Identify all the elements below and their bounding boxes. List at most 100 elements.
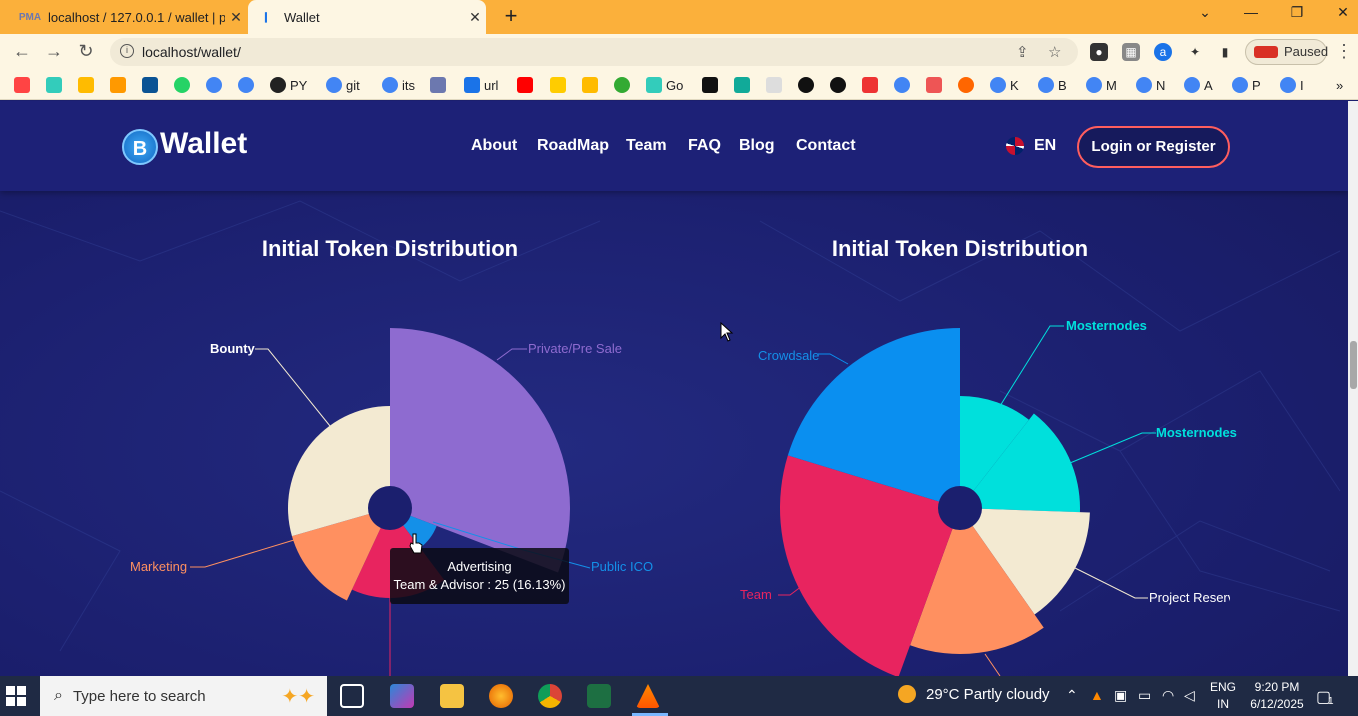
copilot-icon[interactable] xyxy=(390,684,414,708)
bookmark-item[interactable] xyxy=(798,76,818,94)
meet-now-icon[interactable]: ▣ xyxy=(1114,687,1127,704)
volume-icon[interactable]: ◁ xyxy=(1184,687,1195,704)
leader-line xyxy=(1072,566,1148,599)
chevron-up-icon[interactable]: ⌃ xyxy=(1066,687,1078,704)
bookmark-k[interactable]: K xyxy=(990,76,1019,94)
weather-icon xyxy=(898,685,916,703)
browser-toolbar: ← → ↻ i localhost/wallet/ ⇪ ☆ ● ▦ a ✦ ▮ … xyxy=(0,34,1358,70)
leader-line xyxy=(255,348,331,427)
paused-label: Paused xyxy=(1284,44,1329,59)
clock-time: 9:20 PM xyxy=(1254,680,1300,694)
profile-avatar-icon xyxy=(1254,46,1278,58)
bookmark-item[interactable] xyxy=(78,76,98,94)
bookmark-git[interactable]: git xyxy=(326,76,360,94)
language-tray[interactable]: ENG IN xyxy=(1206,679,1240,713)
bookmark-item[interactable] xyxy=(174,76,194,94)
chart-tooltip: Advertising Team & Advisor : 25 (16.13%) xyxy=(390,548,569,604)
panda-extension-icon[interactable]: ● xyxy=(1090,43,1108,61)
extension-icon[interactable]: ▦ xyxy=(1122,43,1140,61)
bookmark-item[interactable] xyxy=(894,76,914,94)
bookmark-m[interactable]: M xyxy=(1086,76,1117,94)
weather-widget[interactable]: 29°C Partly cloudy xyxy=(898,685,1050,703)
bookmark-item[interactable] xyxy=(702,76,722,94)
file-explorer-icon[interactable] xyxy=(440,684,464,708)
bookmark-item[interactable] xyxy=(110,76,130,94)
share-icon[interactable]: ⇪ xyxy=(1016,43,1029,61)
bookmark-py[interactable]: PY xyxy=(270,76,307,94)
bookmark-item[interactable] xyxy=(517,76,537,94)
slice-label-marketing: Marketing xyxy=(130,559,188,574)
sidebar-icon[interactable]: ▮ xyxy=(1216,43,1234,61)
bookmark-item[interactable] xyxy=(862,76,882,94)
bookmark-i[interactable]: I xyxy=(1280,76,1304,94)
vlc-icon[interactable] xyxy=(636,684,660,708)
bookmark-p[interactable]: P xyxy=(1232,76,1261,94)
address-bar[interactable]: i localhost/wallet/ ⇪ ☆ xyxy=(110,38,1078,66)
bookmark-item[interactable] xyxy=(430,76,450,94)
excel-icon[interactable] xyxy=(587,684,611,708)
wallet-icon: ❙ xyxy=(261,11,271,23)
slice-label-mosternodes-2: Mosternodes xyxy=(1156,425,1237,440)
tab-search-icon[interactable]: ⌄ xyxy=(1190,4,1220,26)
back-button[interactable]: ← xyxy=(10,40,34,64)
scrollbar-thumb[interactable] xyxy=(1350,341,1357,389)
reload-button[interactable]: ↻ xyxy=(74,40,98,64)
profile-paused-button[interactable]: Paused xyxy=(1245,39,1329,65)
task-view-icon[interactable] xyxy=(340,684,364,708)
bookmark-go[interactable]: Go xyxy=(646,76,683,94)
network-icon[interactable]: ◠ xyxy=(1162,687,1174,704)
clock-date: 6/12/2025 xyxy=(1250,697,1304,711)
tab-phpmyadmin[interactable]: PMA localhost / 127.0.0.1 / wallet | php… xyxy=(12,0,247,34)
bookmark-item[interactable] xyxy=(206,76,226,94)
bookmark-item[interactable] xyxy=(142,76,162,94)
battery-icon[interactable]: ▭ xyxy=(1138,687,1151,704)
right-chart-hole xyxy=(938,486,982,530)
bookmark-item[interactable] xyxy=(926,76,946,94)
bookmark-item[interactable] xyxy=(614,76,634,94)
more-bookmarks-icon[interactable]: » xyxy=(1336,76,1343,94)
bookmark-its[interactable]: its xyxy=(382,76,415,94)
bookmark-item[interactable] xyxy=(550,76,570,94)
minimize-button[interactable]: — xyxy=(1236,4,1266,26)
chrome-icon[interactable] xyxy=(538,684,562,708)
bookmark-item[interactable] xyxy=(14,76,34,94)
bookmark-item[interactable] xyxy=(734,76,754,94)
github-icon xyxy=(270,77,286,93)
vlc-tray-icon[interactable]: ▲ xyxy=(1090,687,1104,703)
info-icon[interactable]: i xyxy=(120,44,134,58)
new-tab-button[interactable]: + xyxy=(498,4,524,30)
tab-wallet[interactable]: ❙ Wallet ✕ xyxy=(248,0,486,34)
bookmark-item[interactable] xyxy=(238,76,258,94)
forward-button[interactable]: → xyxy=(42,40,66,64)
bookmark-b[interactable]: B xyxy=(1038,76,1067,94)
bookmark-n[interactable]: N xyxy=(1136,76,1165,94)
extension-icon[interactable]: a xyxy=(1154,43,1172,61)
close-icon[interactable]: ✕ xyxy=(464,9,486,26)
region-code: IN xyxy=(1217,697,1229,711)
star-icon[interactable]: ☆ xyxy=(1048,43,1061,61)
bookmark-a[interactable]: A xyxy=(1184,76,1213,94)
leader-line xyxy=(984,653,1001,676)
slice-label-project-reserve: Project Reserve xyxy=(1149,590,1230,605)
bookmark-item[interactable] xyxy=(582,76,602,94)
leader-line xyxy=(1069,432,1156,464)
puzzle-icon[interactable]: ✦ xyxy=(1186,43,1204,61)
bookmark-item[interactable] xyxy=(958,76,978,94)
bookmark-item[interactable] xyxy=(830,76,850,94)
bookmark-url[interactable]: url xyxy=(464,76,498,94)
google-icon xyxy=(326,77,342,93)
menu-icon[interactable]: ⋮ xyxy=(1332,40,1356,64)
maximize-button[interactable]: ❐ xyxy=(1282,4,1312,26)
google-icon xyxy=(382,77,398,93)
bookmark-item[interactable] xyxy=(46,76,66,94)
windows-start-button[interactable] xyxy=(6,686,26,706)
slice-label-mosternodes: Mosternodes xyxy=(1066,318,1147,333)
firefox-icon[interactable] xyxy=(489,684,513,708)
bookmark-item[interactable] xyxy=(766,76,786,94)
leader-line xyxy=(818,353,849,365)
taskbar-search-box[interactable]: ⌕ Type here to search ✦✦ xyxy=(40,676,327,716)
close-window-button[interactable]: ✕ xyxy=(1328,4,1358,26)
hand-cursor-icon xyxy=(409,533,423,554)
close-icon[interactable]: ✕ xyxy=(225,9,247,26)
taskbar-clock[interactable]: 9:20 PM 6/12/2025 xyxy=(1247,679,1307,713)
